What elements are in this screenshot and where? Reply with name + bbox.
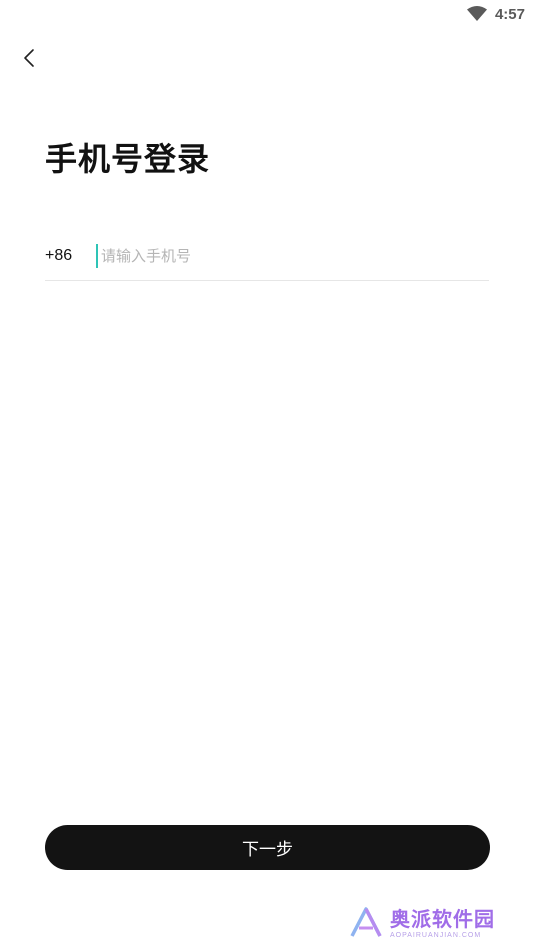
chevron-left-icon [23, 48, 35, 72]
country-code-selector[interactable]: +86 [45, 247, 96, 265]
phone-input-row: +86 [45, 232, 489, 281]
phone-number-input[interactable] [96, 244, 489, 268]
status-bar: 4:57 [466, 0, 535, 28]
next-step-button[interactable]: 下一步 [45, 825, 490, 870]
login-screen: 4:57 手机号登录 +86 下一步 奥派软件园 AOPAIRUANJIAN.C… [0, 0, 535, 951]
wifi-icon [466, 6, 487, 22]
back-button[interactable] [16, 46, 42, 74]
page-title: 手机号登录 [45, 140, 211, 178]
watermark-url: AOPAIRUANJIAN.COM [390, 932, 482, 939]
status-time: 4:57 [494, 5, 525, 23]
watermark-logo-icon [348, 906, 384, 942]
watermark-name: 奥派软件园 [390, 907, 495, 931]
watermark: 奥派软件园 AOPAIRUANJIAN.COM [348, 906, 495, 942]
